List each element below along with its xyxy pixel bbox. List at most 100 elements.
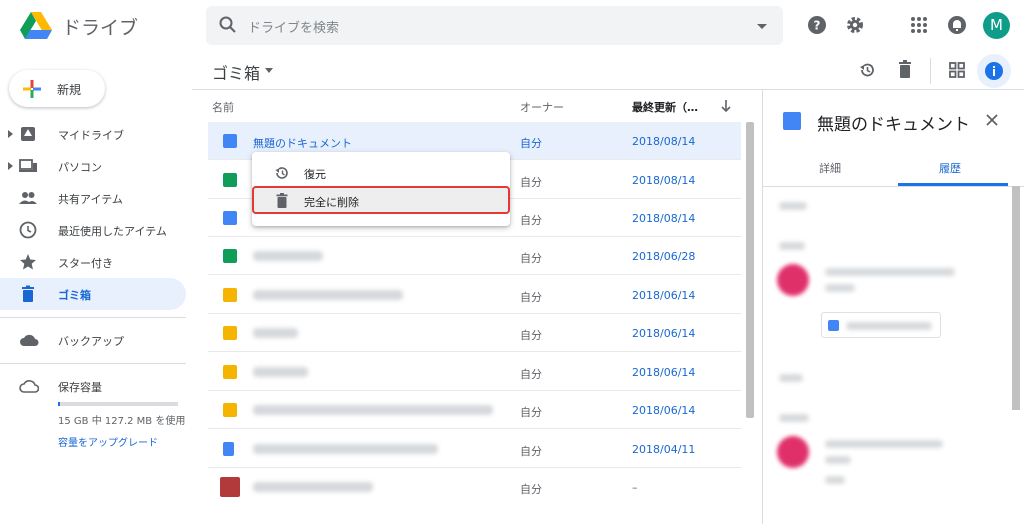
file-owner: 自分 xyxy=(520,176,542,189)
tab-details[interactable]: 詳細 xyxy=(819,160,841,176)
sidebar-item-label: 最近使用したアイテム xyxy=(58,225,167,238)
file-modified: 2018/06/14 xyxy=(632,366,696,379)
file-name[interactable]: 無題のドキュメント xyxy=(253,135,352,151)
sidebar-item-recent[interactable]: 最近使用したアイテム xyxy=(0,214,186,246)
google-docs-icon xyxy=(223,134,237,148)
details-scrollbar[interactable] xyxy=(1012,186,1020,410)
search-input[interactable]: ドライブを検索 xyxy=(248,17,339,36)
blurred-activity-text xyxy=(825,456,851,464)
blurred-activity-header xyxy=(779,202,807,210)
column-header-owner[interactable]: オーナー xyxy=(520,99,564,115)
table-row[interactable]: 自分 2018/06/28 xyxy=(208,237,741,275)
column-header-modified[interactable]: 最終更新（… xyxy=(632,99,698,115)
table-row[interactable]: 自分 2018/06/14 xyxy=(208,314,741,352)
table-row[interactable]: 自分 2018/06/14 xyxy=(208,276,741,314)
google-docs-icon xyxy=(223,211,237,225)
account-avatar[interactable]: M xyxy=(983,12,1010,39)
search-options-icon[interactable] xyxy=(757,24,767,29)
info-icon xyxy=(985,62,1003,80)
storage-bar xyxy=(58,402,178,406)
breadcrumb-trash[interactable]: ゴミ箱 xyxy=(212,60,260,84)
sidebar-item-my-drive[interactable]: マイドライブ xyxy=(0,118,186,150)
column-header-name[interactable]: 名前 xyxy=(212,99,234,115)
blurred-file-name xyxy=(253,328,298,338)
restore-icon xyxy=(274,165,290,181)
file-modified: 2018/08/14 xyxy=(632,174,696,187)
upgrade-storage-link[interactable]: 容量をアップグレード xyxy=(58,434,158,449)
blurred-activity-header xyxy=(779,374,803,382)
google-slides-icon xyxy=(223,365,237,379)
drive-logo-icon[interactable] xyxy=(20,12,52,40)
restore-history-icon[interactable] xyxy=(858,61,876,83)
file-modified: 2018/06/14 xyxy=(632,404,696,417)
file-modified: 2018/08/14 xyxy=(632,135,696,148)
file-list-header: 名前 オーナー 最終更新（… xyxy=(192,90,762,120)
plus-icon xyxy=(23,80,41,98)
details-panel: 無題のドキュメント 詳細 履歴 xyxy=(762,90,1024,524)
menu-item-delete-forever[interactable]: 完全に削除 xyxy=(252,186,510,214)
delete-trash-icon[interactable] xyxy=(896,60,914,84)
brand-title: ドライブ xyxy=(62,17,139,39)
help-icon[interactable]: ? xyxy=(806,14,828,36)
chevron-down-icon[interactable] xyxy=(265,68,273,73)
file-modified: 2018/04/11 xyxy=(632,443,696,456)
star-icon xyxy=(19,253,37,271)
sidebar-item-label: スター付き xyxy=(58,257,113,270)
toolbar: ゴミ箱 xyxy=(192,52,1024,90)
expand-arrow-icon[interactable] xyxy=(8,162,13,170)
tab-history[interactable]: 履歴 xyxy=(939,160,961,176)
file-modified: 2018/08/14 xyxy=(632,212,696,225)
expand-arrow-icon[interactable] xyxy=(8,130,13,138)
sidebar-item-trash[interactable]: ゴミ箱 xyxy=(0,278,186,310)
trash-icon xyxy=(274,193,290,209)
file-owner: 自分 xyxy=(520,483,542,496)
people-icon xyxy=(19,189,37,207)
close-icon[interactable] xyxy=(985,112,999,131)
notifications-bell-icon[interactable] xyxy=(946,14,968,36)
grid-view-icon[interactable] xyxy=(948,61,966,83)
sidebar-item-shared[interactable]: 共有アイテム xyxy=(0,182,186,214)
file-owner: 自分 xyxy=(520,368,542,381)
blurred-file-name xyxy=(253,367,308,377)
panel-divider xyxy=(763,186,1024,187)
file-owner: 自分 xyxy=(520,406,542,419)
google-slides-icon xyxy=(223,326,237,340)
sidebar-item-storage[interactable]: 保存容量 xyxy=(0,370,186,402)
computer-icon xyxy=(19,157,37,175)
blurred-activity-header xyxy=(779,242,805,250)
apps-grid-icon[interactable] xyxy=(908,14,930,36)
google-docs-icon xyxy=(783,112,801,130)
divider xyxy=(930,58,931,84)
table-row[interactable]: 自分 2018/06/14 xyxy=(208,391,741,429)
blurred-activity-text xyxy=(825,440,943,448)
sidebar-item-backup[interactable]: バックアップ xyxy=(0,324,186,356)
table-row[interactable]: 自分 2018/04/11 xyxy=(208,430,741,468)
google-sheets-icon xyxy=(223,249,237,263)
new-button[interactable]: 新規 xyxy=(9,70,105,107)
menu-item-label: 完全に削除 xyxy=(304,196,359,209)
details-title: 無題のドキュメント xyxy=(817,115,970,135)
sidebar-item-label: 共有アイテム xyxy=(58,193,123,206)
sidebar-item-starred[interactable]: スター付き xyxy=(0,246,186,278)
search-bar[interactable]: ドライブを検索 xyxy=(206,6,783,45)
sidebar-divider xyxy=(0,363,186,364)
sidebar-item-label: 保存容量 xyxy=(58,381,102,394)
cloud-outline-icon xyxy=(19,377,40,395)
settings-gear-icon[interactable] xyxy=(844,14,866,36)
table-row[interactable]: 自分 2018/06/14 xyxy=(208,353,741,391)
sidebar-item-computers[interactable]: パソコン xyxy=(0,150,186,182)
menu-item-restore[interactable]: 復元 xyxy=(252,160,510,186)
blurred-activity-text xyxy=(825,284,855,292)
search-icon[interactable] xyxy=(218,15,238,39)
trash-icon xyxy=(19,285,37,303)
file-owner: 自分 xyxy=(520,329,542,342)
info-details-button[interactable] xyxy=(977,54,1011,88)
table-row[interactable]: 自分 – xyxy=(208,468,741,506)
sort-arrow-down-icon[interactable] xyxy=(720,98,732,117)
file-list-scrollbar[interactable] xyxy=(746,122,754,418)
sidebar-item-label: バックアップ xyxy=(58,335,124,348)
new-button-label: 新規 xyxy=(57,83,82,97)
menu-item-label: 復元 xyxy=(304,168,326,181)
file-owner: 自分 xyxy=(520,252,542,265)
file-modified: 2018/06/28 xyxy=(632,250,696,263)
